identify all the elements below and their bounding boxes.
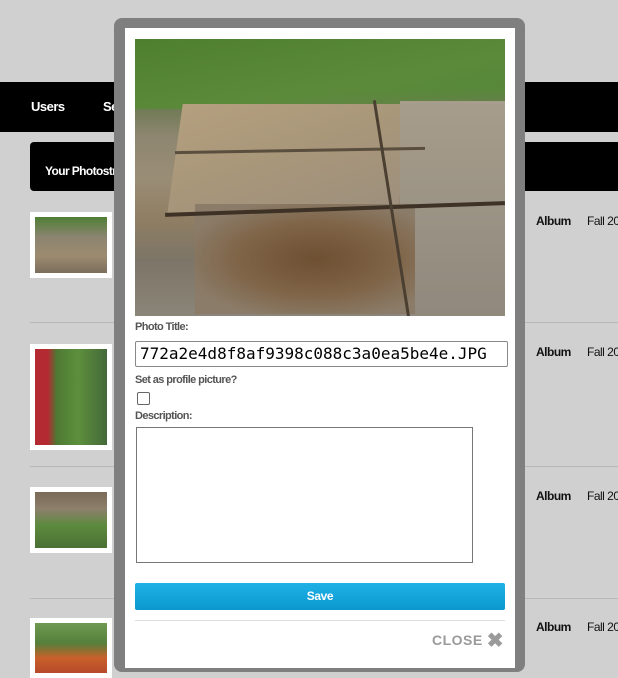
row-date: Fall 20 xyxy=(587,489,618,503)
photo-thumbnail[interactable] xyxy=(30,344,112,450)
row-album-label: Album xyxy=(536,489,571,503)
photo-title-label: Photo Title: xyxy=(135,321,189,333)
modal-footer-divider xyxy=(135,620,505,621)
row-date: Fall 20 xyxy=(587,345,618,359)
profile-picture-checkbox[interactable] xyxy=(137,392,150,405)
photo-thumbnail[interactable] xyxy=(30,487,112,553)
close-icon: ✖ xyxy=(486,630,504,652)
photo-preview xyxy=(135,39,505,316)
row-date: Fall 20 xyxy=(587,620,618,634)
photo-thumbnail[interactable] xyxy=(30,212,112,278)
row-album-label: Album xyxy=(536,620,571,634)
description-textarea[interactable] xyxy=(136,427,473,563)
close-label: CLOSE xyxy=(432,632,483,648)
row-album-label: Album xyxy=(536,345,571,359)
photo-thumbnail[interactable] xyxy=(30,618,112,678)
close-button[interactable]: CLOSE ✖ xyxy=(432,628,504,653)
nav-item-users[interactable]: Users xyxy=(31,99,65,114)
profile-picture-label: Set as profile picture? xyxy=(135,374,237,386)
row-date: Fall 20 xyxy=(587,214,618,228)
save-button[interactable]: Save xyxy=(135,583,505,610)
photo-title-input[interactable]: 772a2e4d8f8af9398c088c3a0ea5be4e.JPG xyxy=(135,341,508,367)
row-album-label: Album xyxy=(536,214,571,228)
description-label: Description: xyxy=(135,410,193,422)
edit-photo-modal: Photo Title: 772a2e4d8f8af9398c088c3a0ea… xyxy=(125,28,515,668)
